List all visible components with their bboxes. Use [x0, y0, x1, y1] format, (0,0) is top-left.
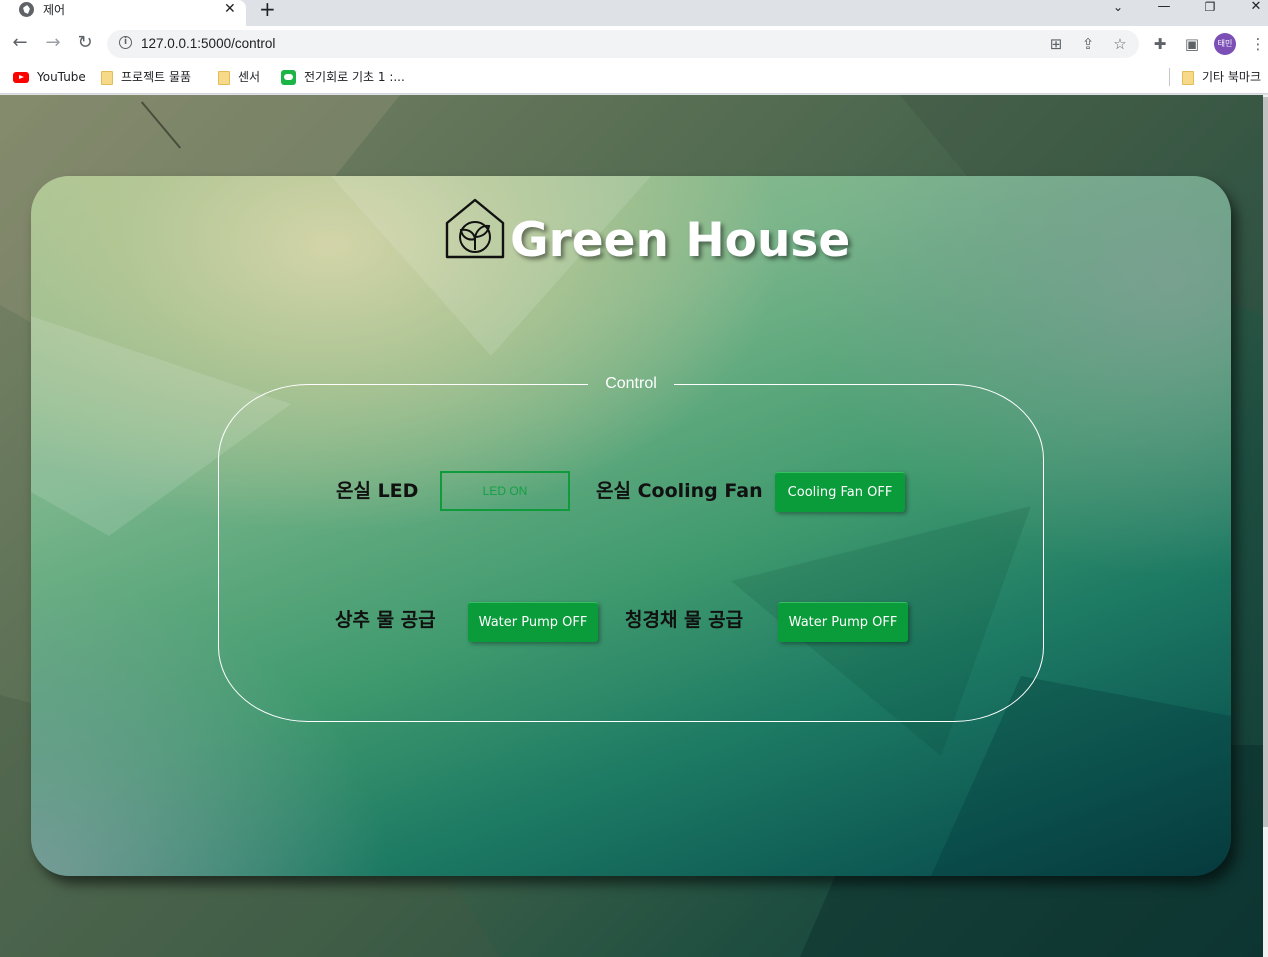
- lettuce-water-pump-button[interactable]: Water Pump OFF: [468, 602, 598, 642]
- folder-icon: [1182, 70, 1194, 85]
- folder-icon: [218, 70, 230, 85]
- bookmark-youtube[interactable]: YouTube: [13, 68, 86, 86]
- reload-icon[interactable]: ↻: [73, 32, 97, 56]
- globe-icon: [19, 2, 34, 17]
- translate-icon[interactable]: ⊞: [1046, 34, 1066, 54]
- bookmark-separator: [1169, 68, 1170, 86]
- folder-icon: [101, 70, 113, 85]
- led-toggle-button[interactable]: LED ON: [440, 471, 570, 511]
- bookmark-sensor[interactable]: 센서: [218, 68, 260, 86]
- page-viewport: Green House Control 온실 LED LED ON 온실 Coo…: [0, 95, 1263, 957]
- extensions-icon[interactable]: ✚: [1148, 32, 1172, 56]
- bookmark-circuit-basics[interactable]: 전기회로 기초 1 :...: [281, 68, 405, 86]
- scrollbar-thumb[interactable]: [1263, 97, 1268, 827]
- menu-icon[interactable]: ⋮: [1246, 32, 1268, 56]
- control-legend: Control: [605, 375, 657, 392]
- brand-title: Green House: [510, 213, 851, 268]
- bokchoy-water-label: 청경채 물 공급: [625, 609, 744, 631]
- greenhouse-logo-icon: [445, 198, 505, 259]
- share-icon[interactable]: ⇪: [1078, 34, 1098, 54]
- minimize-icon[interactable]: —: [1154, 0, 1174, 16]
- site-info-icon[interactable]: i: [119, 36, 132, 49]
- profile-avatar[interactable]: 태민: [1214, 33, 1236, 55]
- bookmark-other[interactable]: 기타 북마크: [1182, 68, 1261, 86]
- back-icon[interactable]: ←: [8, 32, 32, 56]
- close-window-icon[interactable]: ✕: [1246, 0, 1266, 16]
- restore-icon[interactable]: ❐: [1200, 0, 1220, 16]
- bokchoy-water-pump-button[interactable]: Water Pump OFF: [778, 602, 908, 642]
- bookmark-star-icon[interactable]: ☆: [1110, 34, 1130, 54]
- browser-tab[interactable]: 제어 ✕: [0, 0, 246, 26]
- bookmark-project-items[interactable]: 프로젝트 물품: [101, 68, 191, 86]
- tab-search-icon[interactable]: ⌄: [1108, 0, 1128, 16]
- new-tab-icon[interactable]: +: [259, 0, 276, 20]
- side-panel-icon[interactable]: ▣: [1180, 32, 1204, 56]
- greenhouse-led-label: 온실 LED: [336, 480, 419, 502]
- cooling-fan-label: 온실 Cooling Fan: [596, 480, 763, 502]
- tab-title: 제어: [43, 3, 66, 17]
- main-card: Green House Control 온실 LED LED ON 온실 Coo…: [31, 176, 1231, 876]
- line-icon: [281, 70, 296, 85]
- lettuce-water-label: 상추 물 공급: [335, 609, 436, 631]
- close-tab-icon[interactable]: ✕: [224, 1, 236, 17]
- url-text[interactable]: 127.0.0.1:5000/control: [141, 36, 275, 51]
- cooling-fan-button[interactable]: Cooling Fan OFF: [775, 472, 905, 512]
- youtube-icon: [13, 72, 29, 83]
- control-fieldset: [218, 384, 1044, 722]
- forward-icon[interactable]: →: [41, 32, 65, 56]
